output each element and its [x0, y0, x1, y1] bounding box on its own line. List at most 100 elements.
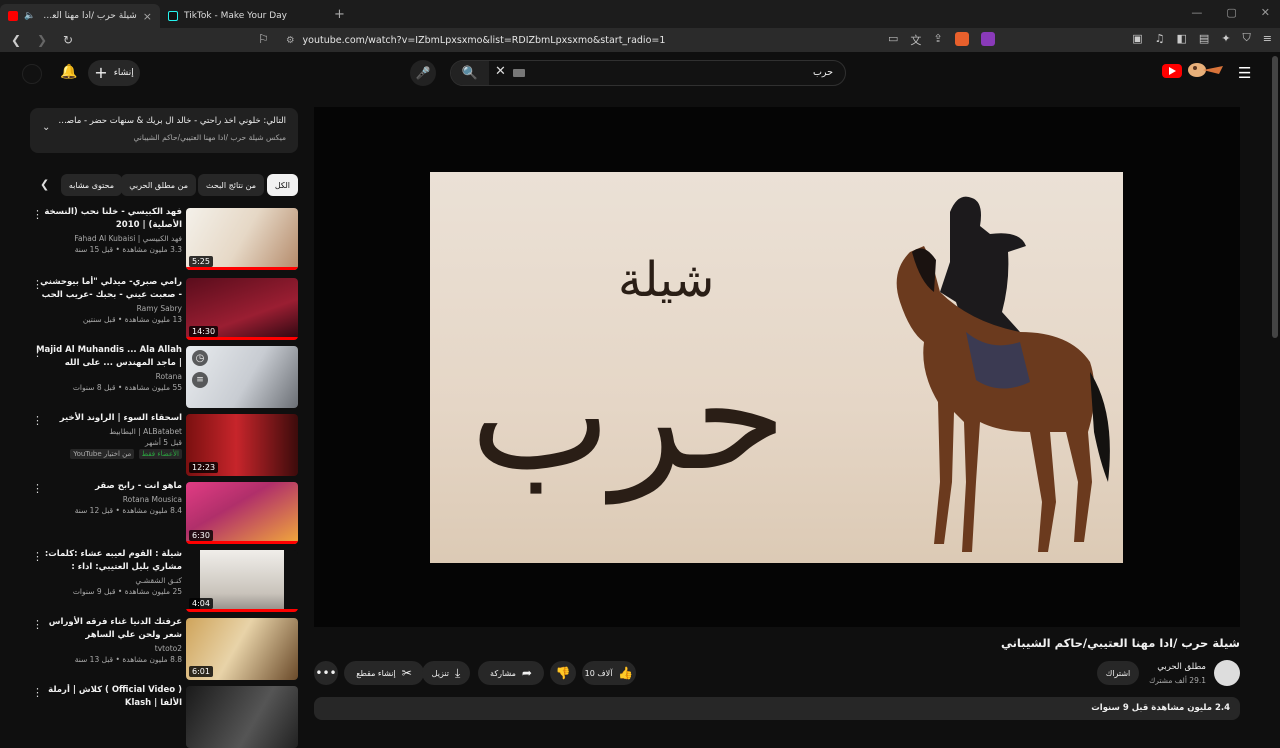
channel-avatar[interactable]: [1214, 660, 1240, 686]
duration: 12:23: [189, 462, 219, 473]
youtube-favicon-icon: [8, 11, 18, 21]
cast-icon[interactable]: ▭: [888, 32, 898, 48]
add-to-queue-icon[interactable]: ≡: [192, 372, 208, 388]
maximize-icon[interactable]: ▢: [1226, 6, 1236, 19]
translate-icon[interactable]: 文: [910, 32, 921, 48]
keyboard-icon[interactable]: [513, 69, 525, 77]
thumbnail[interactable]: 5:25: [186, 208, 298, 270]
description-box[interactable]: 2.4 مليون مشاهدة قبل 9 سنوات: [314, 697, 1240, 720]
like-button[interactable]: 10 آلاف 👍: [582, 661, 636, 685]
tab-youtube[interactable]: 🔈 شيلة حرب /ادا مهنا العتيبي/حاك ×: [0, 4, 160, 28]
ai-icon[interactable]: ✦: [1221, 32, 1230, 45]
list-item[interactable]: ⋮ رامي صبري- ميدلي "أما بيوحشني - صعبت ع…: [30, 276, 298, 340]
youtube-logo-icon[interactable]: [1162, 64, 1182, 78]
chip-search-results[interactable]: من نتائج البحث: [197, 174, 264, 196]
share-icon: ➦: [521, 666, 532, 680]
item-title[interactable]: اسحقاء السوء | الراوند الأخير: [36, 412, 182, 425]
guide-menu-icon[interactable]: ☰: [1238, 64, 1251, 82]
video-frame[interactable]: شيلة حرب: [430, 172, 1123, 563]
tiktok-favicon-icon: [168, 11, 178, 21]
dislike-button[interactable]: 👎: [550, 661, 576, 685]
item-channel: tvtoto2: [154, 644, 182, 653]
filter-chips: ❮ الكل من نتائج البحث من مطلق الحربي محت…: [30, 174, 298, 196]
thumbnail[interactable]: [186, 686, 298, 748]
chevron-down-icon[interactable]: ⌄: [42, 122, 50, 133]
list-item[interactable]: ⋮ ماهو انت - رابح صقر Rotana Mousica 8.4…: [30, 480, 298, 544]
channel-name[interactable]: مطلق الحربي: [1157, 662, 1206, 672]
playlist-header[interactable]: ⌄ التالي: خلوني اخذ راحتي - خالد ال بريك…: [30, 108, 298, 153]
list-item[interactable]: ⋮ شيلة : القوم لعيبه عشاء :كلمات: مشاري …: [30, 548, 298, 612]
wallet-icon[interactable]: ▤: [1199, 32, 1209, 45]
media-icon[interactable]: ♫: [1155, 32, 1165, 45]
site-info-icon[interactable]: ⚙: [286, 35, 295, 46]
search-input[interactable]: 🔍 ✕ حرب: [450, 60, 846, 86]
chip-from-channel[interactable]: من مطلق الحربي: [121, 174, 196, 196]
watch-later-icon[interactable]: ◷: [192, 350, 208, 366]
avatar[interactable]: [22, 64, 42, 84]
item-title[interactable]: ( Official Video ) كلاش | أرملة الألفا |…: [36, 684, 182, 710]
subscribe-button[interactable]: اشتراك: [1097, 661, 1139, 685]
share-label: مشاركة: [490, 668, 516, 678]
close-window-icon[interactable]: ✕: [1261, 6, 1270, 19]
list-item[interactable]: ⋮ Majid Al Muhandis ... Ala Allah | ماجد…: [30, 344, 298, 408]
thumbnail[interactable]: 6:30: [186, 482, 298, 544]
chip-all[interactable]: الكل: [266, 174, 298, 196]
item-stats: 25 مليون مشاهدة • قبل 9 سنوات: [72, 587, 182, 596]
address-bar: ❮ ❯ ↻ ⚐ ⚙ youtube.com/watch?v=IZbmLpxsxm…: [0, 28, 1280, 52]
item-stats: 8.4 مليون مشاهدة • قبل 12 سنة: [74, 506, 182, 515]
create-button[interactable]: + إنشاء: [88, 60, 140, 86]
download-button[interactable]: تنزيل ⤓: [422, 661, 470, 685]
thumbnail[interactable]: 14:30: [186, 278, 298, 340]
close-tab-icon[interactable]: ×: [143, 10, 152, 23]
minimize-icon[interactable]: —: [1191, 6, 1202, 19]
vpn-icon[interactable]: ⛉: [1243, 31, 1251, 45]
list-item[interactable]: ⋮ فهد الكبيسي - خلنا نحب (النسخة الأصلية…: [30, 206, 298, 270]
reload-icon[interactable]: ↻: [58, 30, 78, 50]
rewards-icon[interactable]: [980, 32, 995, 46]
clear-search-icon[interactable]: ✕: [495, 64, 506, 79]
video-player[interactable]: شيلة حرب: [314, 107, 1240, 627]
more-actions-button[interactable]: •••: [314, 661, 338, 685]
thumbnail[interactable]: 12:23: [186, 414, 298, 476]
back-icon[interactable]: ❮: [6, 30, 26, 50]
notifications-bell-icon[interactable]: 🔔: [60, 64, 78, 82]
search-icon[interactable]: 🔍: [451, 61, 489, 85]
chevron-left-icon[interactable]: ❮: [40, 178, 49, 191]
list-item[interactable]: ⋮ ( Official Video ) كلاش | أرملة الألفا…: [30, 684, 298, 748]
url-field[interactable]: ⚙ youtube.com/watch?v=IZbmLpxsxmo&list=R…: [286, 32, 665, 48]
new-tab-button[interactable]: +: [334, 7, 345, 22]
thumbnail[interactable]: 6:01: [186, 618, 298, 680]
item-title[interactable]: Majid Al Muhandis ... Ala Allah | ماجد ا…: [36, 344, 182, 370]
voice-search-icon[interactable]: 🎤: [410, 60, 436, 86]
page-scrollbar[interactable]: [1272, 56, 1278, 338]
item-title[interactable]: رامي صبري- ميدلي "أما بيوحشني - صعبت عين…: [36, 276, 182, 302]
thumbnail[interactable]: ◷ ≡: [186, 346, 298, 408]
list-item[interactable]: ⋮ عرفتك الدنيا غناء فرقه الأوراس شعر ولح…: [30, 616, 298, 680]
mute-icon[interactable]: 🔈: [24, 11, 35, 21]
item-channel: Ramy Sabry: [136, 304, 182, 313]
forward-icon[interactable]: ❯: [32, 30, 52, 50]
clip-label: إنشاء مقطع: [356, 668, 396, 678]
window-controls: — ▢ ✕: [1191, 6, 1270, 19]
item-stats: 3.3 مليون مشاهدة • قبل 15 سنة: [74, 245, 182, 254]
chip-related[interactable]: محتوى مشابه: [60, 174, 122, 196]
thumbnail[interactable]: 4:04: [186, 550, 298, 612]
bookmark-icon[interactable]: ⚐: [258, 32, 269, 46]
youtube-doodle-icon[interactable]: [1183, 60, 1227, 80]
duration: 6:01: [189, 666, 213, 677]
share-page-icon[interactable]: ⇪: [933, 32, 942, 48]
item-title[interactable]: ماهو انت - رابح صقر: [36, 480, 182, 493]
sidebar-icon[interactable]: ▣: [1132, 32, 1142, 45]
clip-button[interactable]: إنشاء مقطع ✂: [344, 661, 424, 685]
tab-tiktok[interactable]: TikTok - Make Your Day: [160, 4, 320, 28]
list-item[interactable]: ⋮ اسحقاء السوء | الراوند الأخير ALBatabe…: [30, 412, 298, 476]
item-channel: فهد الكبيسي | Fahad Al Kubaisi: [74, 234, 182, 243]
brave-shield-icon[interactable]: [954, 32, 969, 46]
item-title[interactable]: شيلة : القوم لعيبه عشاء :كلمات: مشاري بل…: [36, 548, 182, 574]
reading-icon[interactable]: ◧: [1177, 32, 1187, 45]
share-button[interactable]: مشاركة ➦: [478, 661, 544, 685]
item-title[interactable]: فهد الكبيسي - خلنا نحب (النسخة الأصلية) …: [36, 206, 182, 232]
browser-tab-bar: 🔈 شيلة حرب /ادا مهنا العتيبي/حاك × TikTo…: [0, 0, 1280, 28]
item-title[interactable]: عرفتك الدنيا غناء فرقه الأوراس شعر ولحن …: [36, 616, 182, 642]
browser-menu-icon[interactable]: ≡: [1263, 32, 1272, 45]
